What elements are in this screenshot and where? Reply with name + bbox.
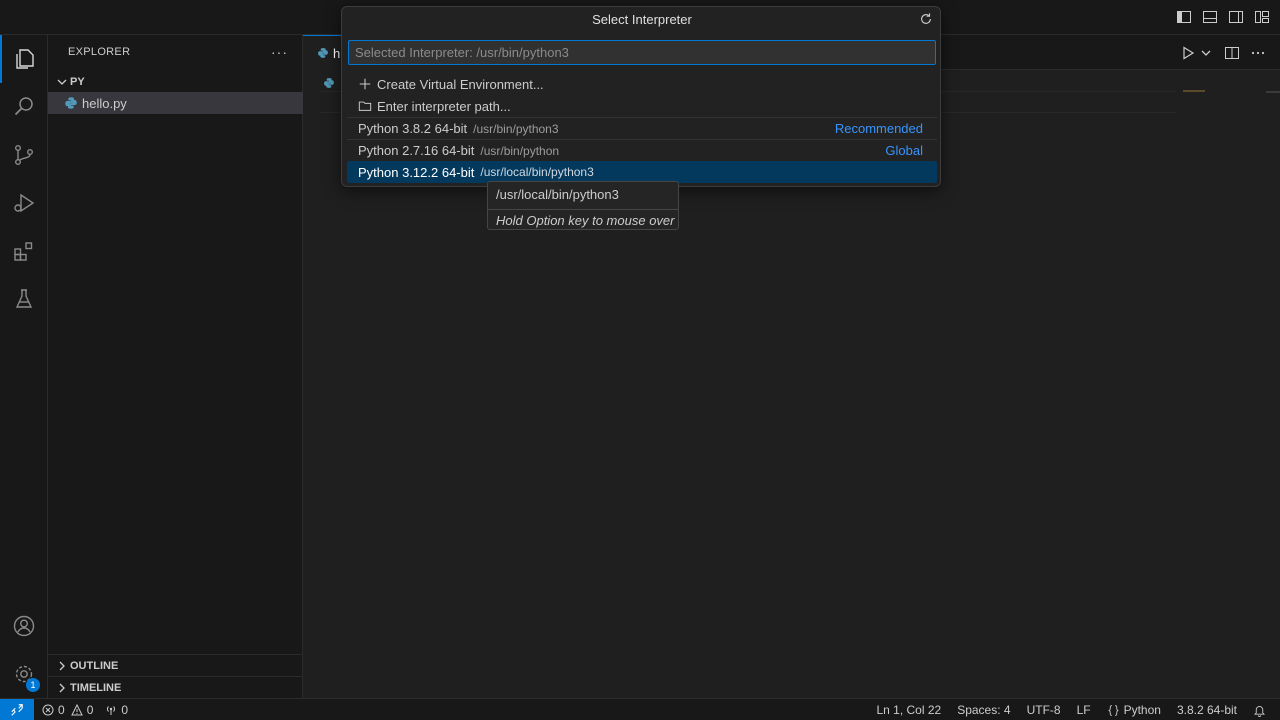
folder-name: PY [70,76,85,88]
testing-activity[interactable] [0,275,48,323]
tooltip-hint: Hold Option key to mouse over [488,209,678,230]
chevron-down-icon [57,79,67,85]
folder-row[interactable]: PY [48,71,303,93]
source-control-icon [15,145,33,166]
account-icon [13,615,35,637]
item-label: Enter interpreter path... [377,98,511,114]
sidebar-title: EXPLORER [68,46,131,58]
ports-count: 0 [121,702,129,717]
breadcrumb[interactable] [323,75,335,91]
status-right: Ln 1, Col 22 Spaces: 4 UTF-8 LF Python 3… [876,699,1266,720]
python-file-icon [65,97,77,109]
customize-layout-icon[interactable] [1254,9,1270,25]
problems-indicator[interactable]: 0 0 [42,703,93,717]
file-item-hello-py[interactable]: hello.py [48,92,303,114]
item-label: Create Virtual Environment... [377,76,544,92]
path-hover-tooltip: /usr/local/bin/python3 Hold Option key t… [487,181,679,230]
minimap[interactable] [1183,90,1205,92]
sidebar-more-button[interactable]: ··· [271,44,288,60]
source-control-activity[interactable] [0,131,48,179]
warning-icon [70,703,83,715]
item-label: Python 3.12.2 64-bit [358,164,475,180]
status-bar: 0 0 0 Ln 1, Col 22 Spaces: 4 UTF-8 LF Py… [0,698,1280,720]
indentation[interactable]: Spaces: 4 [957,703,1010,717]
quickpick-title: Select Interpreter [592,12,692,27]
toggle-secondary-sidebar-icon[interactable] [1228,9,1244,25]
folder-icon [358,101,372,111]
toggle-panel-icon[interactable] [1202,9,1218,25]
bell-icon [1253,705,1266,717]
interpreter-item-python-3-8-2[interactable]: Python 3.8.2 64-bit /usr/bin/python3 Rec… [347,117,937,139]
settings-badge: 1 [26,678,40,692]
tooltip-path: /usr/local/bin/python3 [496,187,619,202]
chevron-right-icon [59,683,65,692]
remote-icon [11,703,23,716]
python-file-icon [324,78,334,88]
notifications-bell[interactable] [1253,704,1266,717]
tab-label: h [333,45,341,61]
run-file-icon[interactable] [1180,45,1196,61]
warning-count: 0 [86,702,94,717]
braces-icon [1108,704,1119,716]
outline-label: OUTLINE [70,659,119,672]
error-icon [42,704,54,715]
error-count: 0 [58,702,65,717]
enter-interpreter-path-item[interactable]: Enter interpreter path... [347,95,937,117]
language-mode[interactable]: Python [1107,703,1161,717]
plus-icon [359,78,371,90]
python-file-icon [318,48,328,58]
files-icon [16,49,34,69]
timeline-label: TIMELINE [70,681,122,694]
remote-indicator[interactable] [0,698,34,720]
search-icon [14,97,33,116]
run-debug-icon [14,193,35,213]
ports-indicator[interactable]: 0 [105,703,128,717]
item-description: /usr/bin/python3 [473,121,559,136]
language-label: Python [1123,703,1161,717]
flask-icon [15,289,33,308]
interpreter-item-python-3-12-2[interactable]: Python 3.12.2 64-bit /usr/local/bin/pyth… [347,161,937,183]
broadcast-icon [107,705,116,715]
explorer-activity[interactable] [0,35,48,83]
activity-bar: 1 [0,35,48,698]
extensions-icon [14,242,33,261]
global-tag: Global [885,143,923,158]
run-dropdown-chevron-icon[interactable] [1198,45,1214,61]
python-interpreter[interactable]: 3.8.2 64-bit [1177,703,1237,717]
outline-section[interactable]: OUTLINE [48,654,303,676]
manage-activity[interactable]: 1 [0,650,48,698]
recommended-tag: Recommended [834,121,923,136]
interpreter-search-input[interactable] [348,40,936,65]
timeline-section[interactable]: TIMELINE [48,676,303,698]
select-interpreter-quickpick: Select Interpreter Create Virtual Enviro… [341,6,941,187]
item-description: /usr/bin/python [480,143,560,158]
run-debug-activity[interactable] [0,179,48,227]
create-virtual-environment-item[interactable]: Create Virtual Environment... [347,73,937,95]
cursor-position[interactable]: Ln 1, Col 22 [876,703,941,717]
interpreter-item-python-2-7-16[interactable]: Python 2.7.16 64-bit /usr/bin/python Glo… [347,139,937,161]
extensions-activity[interactable] [0,227,48,275]
interpreter-list: Create Virtual Environment... Enter inte… [347,73,937,183]
item-label: Python 3.8.2 64-bit [358,121,468,136]
end-of-line[interactable]: LF [1077,703,1091,717]
split-editor-icon[interactable] [1224,45,1240,61]
item-label: Python 2.7.16 64-bit [358,143,475,158]
editor-actions [1180,45,1266,61]
file-encoding[interactable]: UTF-8 [1027,703,1061,717]
toggle-primary-sidebar-icon[interactable] [1176,9,1192,25]
item-description: /usr/local/bin/python3 [480,165,594,179]
explorer-sidebar: EXPLORER ··· PY hello.py OUTLINE TIMELIN… [48,35,303,698]
more-actions-icon[interactable] [1250,45,1266,61]
file-name: hello.py [82,95,127,111]
search-activity[interactable] [0,83,48,131]
chevron-right-icon [59,661,65,670]
refresh-icon[interactable] [919,12,933,26]
accounts-activity[interactable] [0,602,48,650]
layout-controls [1176,9,1270,25]
editor-scrollbar[interactable] [1266,91,1280,93]
